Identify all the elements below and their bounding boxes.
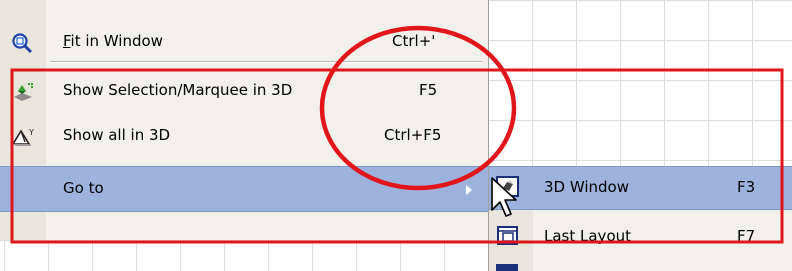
menu-item-label: Go to — [63, 179, 104, 197]
zoom-fit-icon — [10, 32, 36, 54]
selection-3d-icon — [10, 81, 36, 103]
submenu-item-label: Last Layout — [544, 227, 632, 245]
menu-item-show-selection-in-3d[interactable]: Show Selection/Marquee in 3D F5 — [0, 69, 488, 113]
svg-text:Y: Y — [28, 128, 34, 137]
submenu-item-shortcut: F3 — [737, 178, 756, 196]
submenu-arrow-icon — [466, 185, 472, 195]
go-to-submenu: 3D Window F3 Last Layout F7 — [488, 166, 792, 271]
menu-item-label: Show Selection/Marquee in 3D — [63, 81, 293, 99]
submenu-next-item-icon — [496, 264, 518, 271]
menu-item-shortcut: Ctrl+' — [392, 32, 436, 50]
menu-separator — [50, 61, 482, 63]
menu-item-fit-in-window[interactable]: Fit in Window Ctrl+' — [0, 20, 488, 64]
submenu-item-shortcut: F7 — [737, 227, 756, 245]
submenu-item-last-layout[interactable]: Last Layout F7 — [489, 216, 792, 258]
3d-window-icon — [496, 176, 520, 198]
submenu-item-label: 3D Window — [544, 178, 630, 196]
menu-item-label: Show all in 3D — [63, 126, 171, 144]
menu-item-shortcut: F5 — [419, 81, 438, 99]
menu-item-shortcut: Ctrl+F5 — [384, 126, 442, 144]
menu-item-label-accel: F — [63, 32, 71, 50]
context-menu: Fit in Window Ctrl+' Show Selection/Marq… — [0, 0, 489, 240]
menu-item-show-all-in-3d[interactable]: Y Show all in 3D Ctrl+F5 — [0, 114, 488, 158]
menu-item-label: it in Window — [70, 32, 163, 50]
menu-item-go-to[interactable]: Go to — [0, 166, 488, 212]
layout-icon — [496, 225, 520, 247]
show-all-3d-icon: Y — [10, 126, 36, 148]
submenu-item-3d-window[interactable]: 3D Window F3 — [489, 166, 792, 210]
